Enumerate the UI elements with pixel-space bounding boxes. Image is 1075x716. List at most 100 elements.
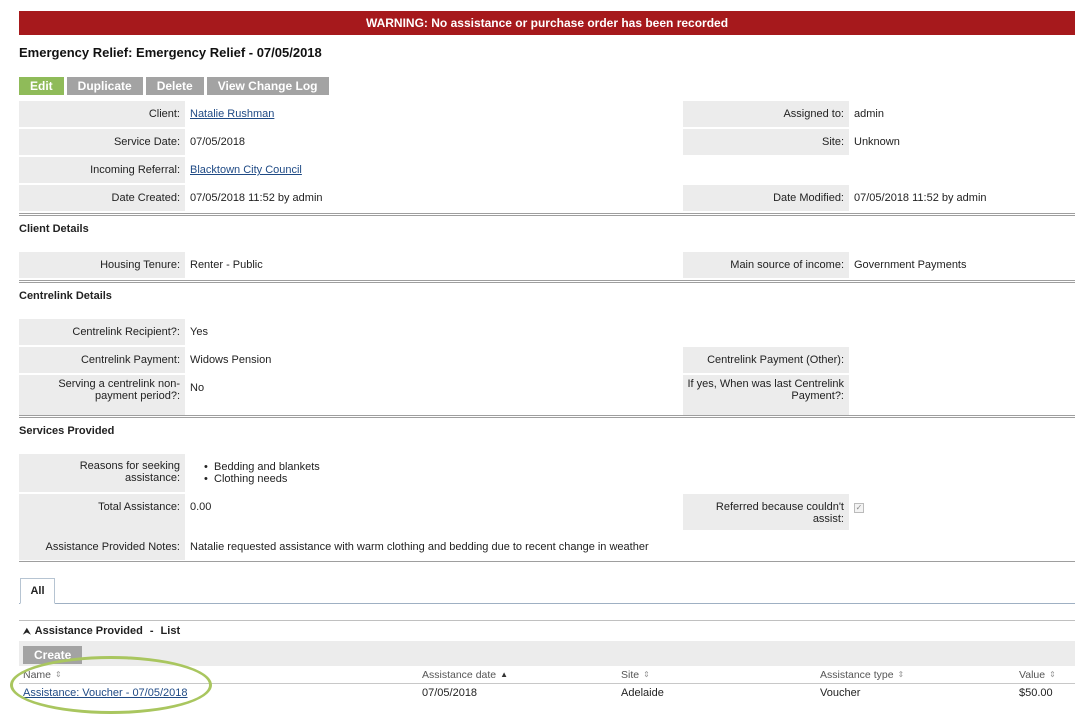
section-divider	[19, 415, 1075, 418]
checkmark-icon[interactable]: ✓	[854, 503, 864, 513]
service-date-value: 07/05/2018	[190, 136, 246, 148]
value-cell: $50.00	[1019, 687, 1053, 699]
referred-label: Referred because couldn't assist:	[683, 494, 849, 530]
assistance-record-link[interactable]: Assistance: Voucher - 07/05/2018	[23, 687, 188, 699]
site-value: Unknown	[854, 136, 900, 148]
total-value: 0.00	[190, 501, 212, 513]
services-row-reasons: Reasons for seeking assistance: • Bedding…	[19, 454, 1075, 492]
housing-value: Renter - Public	[190, 259, 263, 271]
created-label: Date Created:	[19, 185, 185, 211]
referred-label-line1: Referred because couldn't	[715, 501, 844, 513]
sort-asc-icon: ▲	[500, 670, 509, 679]
income-value: Government Payments	[854, 259, 967, 271]
list-item: • Clothing needs	[204, 473, 288, 485]
overview-row-referral: Incoming Referral: Blacktown City Counci…	[19, 157, 1075, 183]
income-label: Main source of income:	[683, 252, 849, 278]
subpanel-separator: -	[149, 625, 154, 637]
column-label: Name	[23, 669, 52, 681]
duplicate-button[interactable]: Duplicate	[66, 77, 143, 95]
site-cell: Adelaide	[621, 687, 664, 699]
list-item: • Bedding and blankets	[204, 461, 320, 473]
column-header-type[interactable]: Assistance type ⇕	[820, 669, 904, 681]
last-payment-label-line2: Payment?:	[791, 390, 844, 402]
overview-row-dates: Date Created: 07/05/2018 11:52 by admin …	[19, 185, 1075, 211]
sort-arrows-icon: ⇕	[897, 670, 905, 679]
subpanel-list-link[interactable]: List	[161, 625, 181, 637]
modified-label: Date Modified:	[683, 185, 849, 211]
centrelink-row-recipient: Centrelink Recipient?: Yes	[19, 319, 1075, 345]
recipient-label: Centrelink Recipient?:	[19, 319, 185, 345]
reasons-list: • Bedding and blankets • Clothing needs	[190, 454, 320, 485]
notes-value: Natalie requested assistance with warm c…	[190, 541, 649, 553]
services-row-notes: Assistance Provided Notes: Natalie reque…	[19, 534, 1075, 564]
sort-arrows-icon: ⇕	[55, 670, 62, 679]
nonpayment-value: No	[190, 382, 205, 394]
overview-row-client: Client: Natalie Rushman Assigned to: adm…	[19, 101, 1075, 127]
subpanel-title: Assistance Provided	[34, 625, 143, 637]
referral-link[interactable]: Blacktown City Council	[190, 164, 302, 176]
chevron-up-icon[interactable]: ⮝	[23, 626, 31, 637]
sort-arrows-icon: ⇕	[643, 670, 650, 679]
column-header-site[interactable]: Site ⇕	[621, 669, 650, 681]
client-details-row: Housing Tenure: Renter - Public Main sou…	[19, 252, 1075, 278]
reasons-label: Reasons for seeking assistance:	[19, 454, 185, 492]
services-provided-title: Services Provided	[19, 425, 115, 437]
notes-label: Assistance Provided Notes:	[19, 534, 185, 560]
section-divider	[19, 561, 1075, 562]
housing-label: Housing Tenure:	[19, 252, 185, 278]
assistance-date-cell: 07/05/2018	[422, 687, 478, 699]
created-value: 07/05/2018 11:52 by admin	[190, 192, 323, 204]
payment-label: Centrelink Payment:	[19, 347, 185, 373]
edit-button[interactable]: Edit	[19, 77, 64, 95]
nonpayment-label-line2: payment period?:	[95, 390, 180, 402]
column-label: Value	[1019, 669, 1046, 681]
modified-value: 07/05/2018 11:52 by admin	[854, 192, 987, 204]
column-label: Assistance date	[422, 669, 497, 681]
action-toolbar: Edit Duplicate Delete View Change Log	[19, 77, 329, 95]
column-label: Assistance type	[820, 669, 894, 681]
services-row-total: Total Assistance: 0.00 Referred because …	[19, 494, 1075, 534]
view-change-log-button[interactable]: View Change Log	[206, 77, 329, 95]
assigned-label: Assigned to:	[683, 101, 849, 127]
reason-text: Clothing needs	[214, 473, 288, 485]
column-header-value[interactable]: Value ⇕	[1019, 669, 1056, 681]
referral-label: Incoming Referral:	[19, 157, 185, 183]
reasons-label-line1: Reasons for seeking	[79, 460, 180, 472]
total-label: Total Assistance:	[19, 494, 185, 534]
client-details-title: Client Details	[19, 223, 89, 235]
create-bar	[19, 641, 1075, 666]
column-label: Site	[621, 669, 640, 681]
tab-all[interactable]: All	[20, 578, 55, 604]
nonpayment-label: Serving a centrelink non- payment period…	[19, 375, 185, 415]
section-divider	[19, 280, 1075, 283]
delete-button[interactable]: Delete	[145, 77, 204, 95]
last-payment-label: If yes, When was last Centrelink Payment…	[683, 375, 849, 415]
column-header-date[interactable]: Assistance date ▲	[422, 669, 508, 681]
last-payment-label-line1: If yes, When was last Centrelink	[687, 378, 844, 390]
page-title: Emergency Relief: Emergency Relief - 07/…	[19, 45, 322, 60]
centrelink-row-payment: Centrelink Payment: Widows Pension Centr…	[19, 347, 1075, 373]
payment-value: Widows Pension	[190, 354, 272, 366]
reason-text: Bedding and blankets	[214, 461, 320, 473]
subpanel-header: ⮝ Assistance Provided - List	[23, 625, 180, 637]
section-divider	[19, 213, 1075, 216]
nonpayment-label-line1: Serving a centrelink non-	[58, 378, 180, 390]
referred-label-line2: assist:	[812, 513, 844, 525]
recipient-value: Yes	[190, 326, 208, 338]
create-button[interactable]: Create	[23, 646, 83, 664]
reasons-label-line2: assistance:	[124, 472, 180, 484]
payment-other-label: Centrelink Payment (Other):	[683, 347, 849, 373]
warning-banner: WARNING: No assistance or purchase order…	[19, 11, 1075, 35]
assigned-value: admin	[854, 108, 884, 120]
centrelink-row-nonpayment: Serving a centrelink non- payment period…	[19, 375, 1075, 415]
tabs-baseline	[19, 603, 1075, 604]
subpanel-divider	[19, 620, 1075, 622]
overview-row-service-date: Service Date: 07/05/2018 Site: Unknown	[19, 129, 1075, 155]
column-header-name[interactable]: Name ⇕	[23, 669, 62, 681]
client-link[interactable]: Natalie Rushman	[190, 108, 274, 120]
table-header-line	[19, 683, 1075, 684]
service-date-label: Service Date:	[19, 129, 185, 155]
sort-arrows-icon: ⇕	[1049, 670, 1056, 679]
site-label: Site:	[683, 129, 849, 155]
centrelink-details-title: Centrelink Details	[19, 290, 112, 302]
